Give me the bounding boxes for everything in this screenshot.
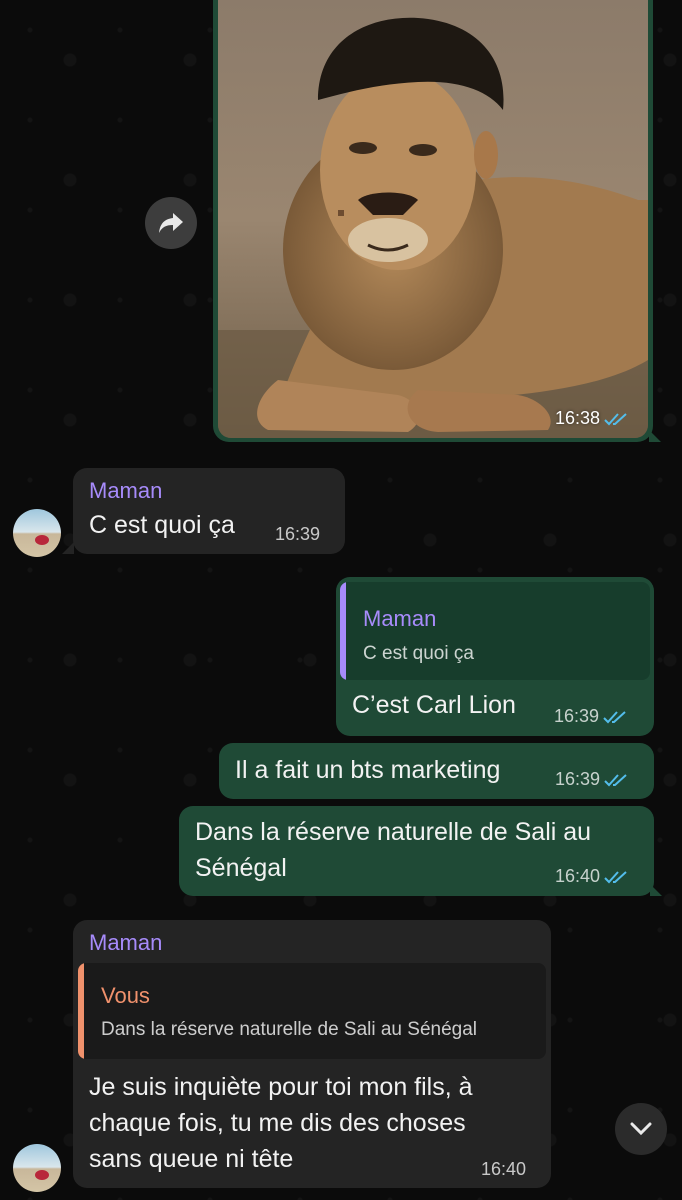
scroll-to-bottom-button[interactable] — [615, 1103, 667, 1155]
message-time: 16:40 — [481, 1159, 527, 1179]
bubble-tail — [62, 542, 74, 554]
chevron-down-icon — [630, 1122, 652, 1136]
double-check-read-icon — [604, 870, 627, 883]
message-meta: 16:39 — [275, 524, 320, 545]
incoming-message-bubble[interactable]: Maman C est quoi ça 16:39 — [73, 468, 345, 554]
message-meta: 16:38 — [555, 408, 630, 429]
double-check-read-icon — [604, 773, 627, 786]
avatar[interactable] — [13, 1144, 61, 1192]
bubble-tail — [649, 430, 661, 442]
message-text-line-3: sans queue ni tête — [89, 1145, 294, 1173]
double-check-read-icon — [603, 710, 626, 723]
outgoing-message-bubble[interactable]: Dans la réserve naturelle de Sali au Sén… — [179, 806, 654, 896]
quoted-message[interactable]: Maman C est quoi ça — [340, 582, 650, 680]
message-meta: 16:39 — [555, 769, 630, 790]
forward-button[interactable] — [145, 197, 197, 249]
message-text-line-2: Sénégal — [195, 854, 287, 882]
message-text-line-1: Dans la réserve naturelle de Sali au — [195, 818, 592, 846]
quoted-text: Dans la réserve naturelle de Sali au Sén… — [101, 1019, 478, 1040]
sender-name[interactable]: Maman — [89, 930, 162, 956]
double-check-read-icon — [604, 412, 627, 425]
forward-arrow-icon — [159, 213, 183, 233]
message-text-line-2: chaque fois, tu me dis des choses — [89, 1109, 466, 1137]
message-text-line-1: Je suis inquiète pour toi mon fils, à — [89, 1073, 473, 1101]
message-meta: 16:39 — [554, 706, 629, 727]
quote-bar — [78, 963, 84, 1059]
sender-name[interactable]: Maman — [89, 478, 162, 504]
message-time: 16:39 — [275, 524, 321, 544]
incoming-message-bubble[interactable]: Maman Vous Dans la réserve naturelle de … — [73, 920, 551, 1188]
quoted-text: C est quoi ça — [363, 643, 474, 664]
outgoing-message-bubble[interactable]: Maman C est quoi ça C’est Carl Lion 16:3… — [336, 577, 654, 736]
quoted-sender: Vous — [101, 983, 150, 1008]
lion-with-human-face-image[interactable] — [218, 0, 648, 438]
message-meta: 16:40 — [481, 1159, 526, 1180]
message-meta: 16:40 — [555, 866, 630, 887]
image-message-bubble[interactable]: 16:38 — [213, 0, 653, 442]
bubble-tail — [650, 884, 662, 896]
message-text: C’est Carl Lion — [352, 691, 516, 719]
quote-bar — [340, 582, 346, 680]
message-text: C est quoi ça — [89, 511, 235, 539]
quoted-sender: Maman — [363, 606, 437, 631]
outgoing-message-bubble[interactable]: Il a fait un bts marketing 16:39 — [219, 743, 654, 799]
message-time: 16:38 — [555, 408, 601, 428]
message-time: 16:39 — [555, 769, 601, 789]
quoted-message[interactable]: Vous Dans la réserve naturelle de Sali a… — [78, 963, 546, 1059]
message-time: 16:40 — [555, 866, 601, 886]
message-text: Il a fait un bts marketing — [235, 756, 501, 784]
avatar[interactable] — [13, 509, 61, 557]
message-time: 16:39 — [554, 706, 600, 726]
